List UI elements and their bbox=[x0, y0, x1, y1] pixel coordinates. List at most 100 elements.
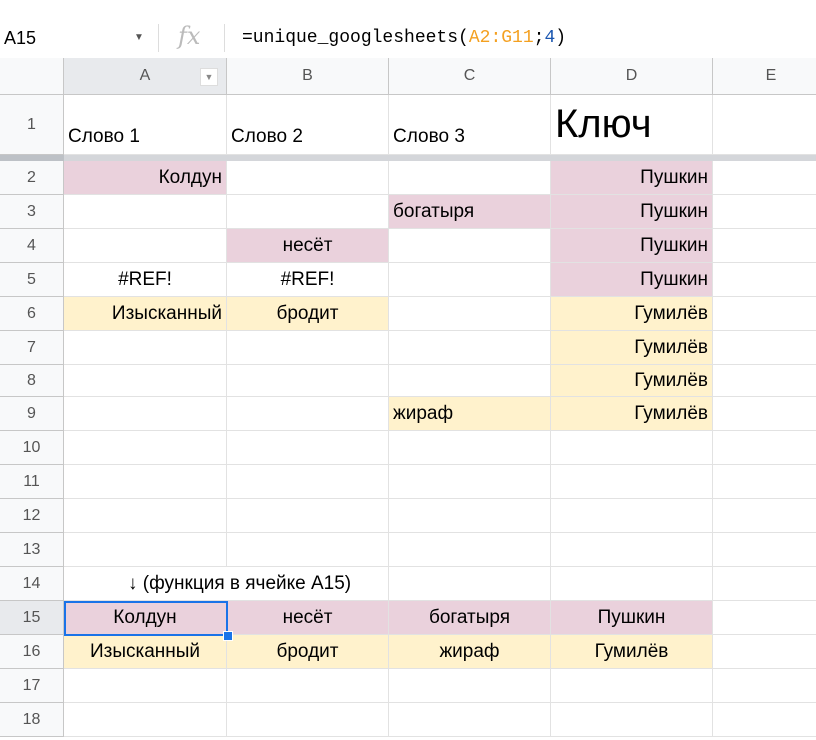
cell-e15[interactable] bbox=[713, 601, 816, 635]
cell-b5[interactable]: #REF! bbox=[227, 263, 389, 297]
cell-e17[interactable] bbox=[713, 669, 816, 703]
cell-c12[interactable] bbox=[389, 499, 551, 533]
cell-e11[interactable] bbox=[713, 465, 816, 499]
cell-d6[interactable]: Гумилёв bbox=[551, 297, 713, 331]
cell-e8[interactable] bbox=[713, 365, 816, 397]
row-header-4[interactable]: 4 bbox=[0, 229, 64, 263]
cell-e2[interactable] bbox=[713, 161, 816, 195]
cell-d2[interactable]: Пушкин bbox=[551, 161, 713, 195]
cell-d8[interactable]: Гумилёв bbox=[551, 365, 713, 397]
cell-e6[interactable] bbox=[713, 297, 816, 331]
cell-e12[interactable] bbox=[713, 499, 816, 533]
cell-d16[interactable]: Гумилёв bbox=[551, 635, 713, 669]
cell-e18[interactable] bbox=[713, 703, 816, 737]
cell-c11[interactable] bbox=[389, 465, 551, 499]
cell-c17[interactable] bbox=[389, 669, 551, 703]
cell-b15[interactable]: несёт bbox=[227, 601, 389, 635]
cell-d11[interactable] bbox=[551, 465, 713, 499]
cell-c18[interactable] bbox=[389, 703, 551, 737]
cell-c13[interactable] bbox=[389, 533, 551, 567]
cell-b18[interactable] bbox=[227, 703, 389, 737]
cell-d4[interactable]: Пушкин bbox=[551, 229, 713, 263]
cell-c1[interactable]: Слово 3 bbox=[389, 95, 551, 155]
cell-e1[interactable] bbox=[713, 95, 816, 155]
cell-c3[interactable]: богатыря bbox=[389, 195, 551, 229]
row-header-10[interactable]: 10 bbox=[0, 431, 64, 465]
cell-d17[interactable] bbox=[551, 669, 713, 703]
cell-b11[interactable] bbox=[227, 465, 389, 499]
name-box[interactable]: A15 bbox=[4, 28, 36, 49]
cell-a13[interactable] bbox=[64, 533, 227, 567]
cell-b16[interactable]: бродит bbox=[227, 635, 389, 669]
cell-e9[interactable] bbox=[713, 397, 816, 431]
row-header-1[interactable]: 1 bbox=[0, 95, 64, 155]
cell-b12[interactable] bbox=[227, 499, 389, 533]
cell-e14[interactable] bbox=[713, 567, 816, 601]
cell-a14[interactable]: ↓ (функция в ячейке A15) bbox=[64, 567, 351, 601]
cell-b6[interactable]: бродит bbox=[227, 297, 389, 331]
cell-a16[interactable]: Изысканный bbox=[64, 635, 227, 669]
cell-a1[interactable]: Слово 1 bbox=[64, 95, 227, 155]
name-box-dropdown-icon[interactable]: ▼ bbox=[134, 32, 144, 43]
cell-d10[interactable] bbox=[551, 431, 713, 465]
column-header-d[interactable]: D bbox=[551, 58, 713, 95]
cell-e5[interactable] bbox=[713, 263, 816, 297]
select-all-corner[interactable] bbox=[0, 58, 64, 95]
row-header-14[interactable]: 14 bbox=[0, 567, 64, 601]
cell-b3[interactable] bbox=[227, 195, 389, 229]
cell-c9[interactable]: жираф bbox=[389, 397, 551, 431]
cell-a8[interactable] bbox=[64, 365, 227, 397]
cell-a9[interactable] bbox=[64, 397, 227, 431]
cell-a2[interactable]: Колдун bbox=[64, 161, 227, 195]
cell-a17[interactable] bbox=[64, 669, 227, 703]
cell-c8[interactable] bbox=[389, 365, 551, 397]
row-header-8[interactable]: 8 bbox=[0, 365, 64, 397]
row-header-18[interactable]: 18 bbox=[0, 703, 64, 737]
cell-c7[interactable] bbox=[389, 331, 551, 365]
cell-e4[interactable] bbox=[713, 229, 816, 263]
cell-b1[interactable]: Слово 2 bbox=[227, 95, 389, 155]
cell-d12[interactable] bbox=[551, 499, 713, 533]
cell-d5[interactable]: Пушкин bbox=[551, 263, 713, 297]
row-header-5[interactable]: 5 bbox=[0, 263, 64, 297]
column-header-a[interactable]: A ▼ bbox=[64, 58, 227, 95]
cell-c15[interactable]: богатыря bbox=[389, 601, 551, 635]
cell-e16[interactable] bbox=[713, 635, 816, 669]
cell-c5[interactable] bbox=[389, 263, 551, 297]
cell-e10[interactable] bbox=[713, 431, 816, 465]
cell-b13[interactable] bbox=[227, 533, 389, 567]
cell-a15[interactable]: Колдун bbox=[64, 601, 227, 635]
row-header-9[interactable]: 9 bbox=[0, 397, 64, 431]
cell-a7[interactable] bbox=[64, 331, 227, 365]
cell-d3[interactable]: Пушкин bbox=[551, 195, 713, 229]
row-header-16[interactable]: 16 bbox=[0, 635, 64, 669]
cell-c14[interactable] bbox=[389, 567, 551, 601]
row-header-6[interactable]: 6 bbox=[0, 297, 64, 331]
cell-c10[interactable] bbox=[389, 431, 551, 465]
cell-d7[interactable]: Гумилёв bbox=[551, 331, 713, 365]
cell-a18[interactable] bbox=[64, 703, 227, 737]
cell-b7[interactable] bbox=[227, 331, 389, 365]
cell-e7[interactable] bbox=[713, 331, 816, 365]
column-header-b[interactable]: B bbox=[227, 58, 389, 95]
cell-b9[interactable] bbox=[227, 397, 389, 431]
cell-c2[interactable] bbox=[389, 161, 551, 195]
cell-b8[interactable] bbox=[227, 365, 389, 397]
cell-c4[interactable] bbox=[389, 229, 551, 263]
cell-d1[interactable]: Ключ bbox=[551, 95, 713, 155]
cell-a12[interactable] bbox=[64, 499, 227, 533]
spreadsheet-grid[interactable]: A ▼ B C D E 1 Слово 1 Слово 2 Слово 3 Ключ 2 Колдун П… bbox=[0, 58, 816, 740]
cell-c6[interactable] bbox=[389, 297, 551, 331]
cell-c16[interactable]: жираф bbox=[389, 635, 551, 669]
cell-a11[interactable] bbox=[64, 465, 227, 499]
formula-input[interactable]: =unique_googlesheets(A2:G11;4) bbox=[242, 28, 566, 48]
row-header-3[interactable]: 3 bbox=[0, 195, 64, 229]
cell-b10[interactable] bbox=[227, 431, 389, 465]
row-header-2[interactable]: 2 bbox=[0, 161, 64, 195]
cell-e13[interactable] bbox=[713, 533, 816, 567]
cell-a4[interactable] bbox=[64, 229, 227, 263]
cell-e3[interactable] bbox=[713, 195, 816, 229]
cell-d18[interactable] bbox=[551, 703, 713, 737]
column-menu-icon[interactable]: ▼ bbox=[200, 68, 218, 86]
cell-b4[interactable]: несёт bbox=[227, 229, 389, 263]
